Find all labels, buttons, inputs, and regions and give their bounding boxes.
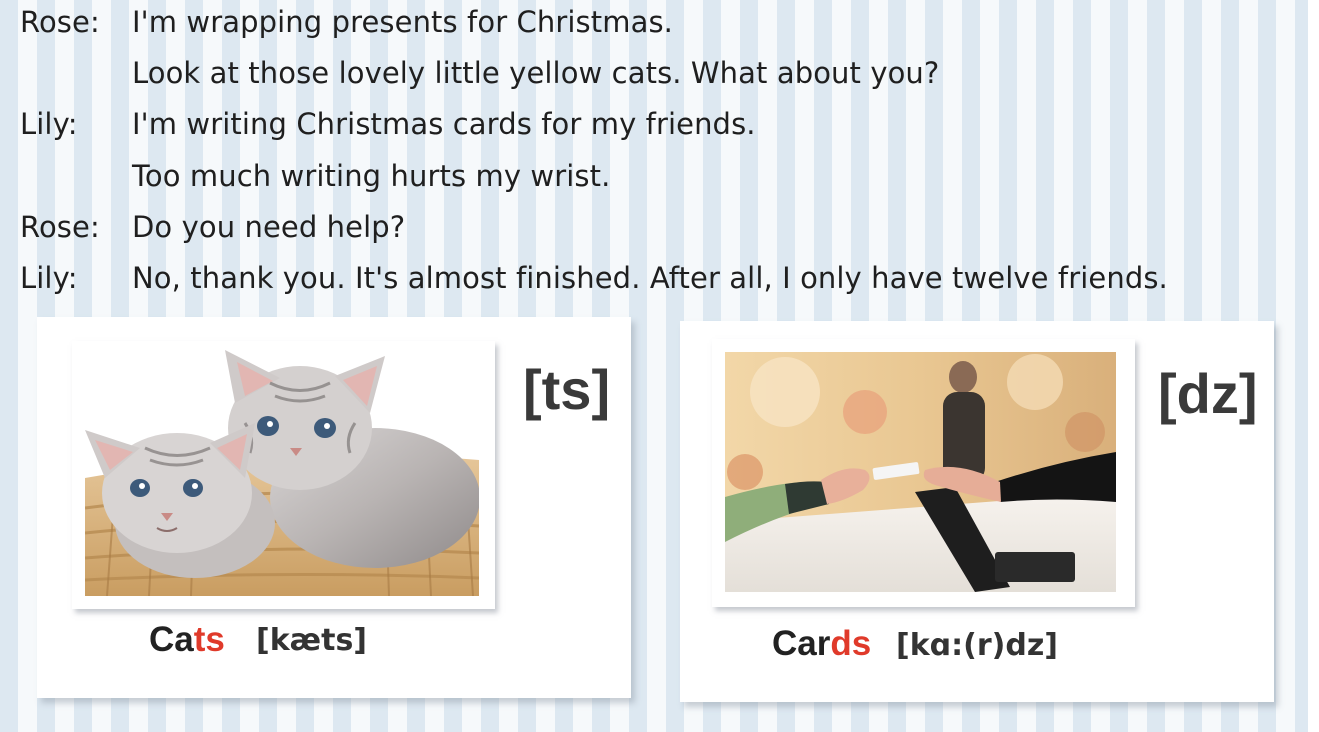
card-handover-image [725, 352, 1116, 592]
dialogue-text: No, thank you. It's almost finished. Aft… [132, 261, 1168, 295]
word-base: Car [772, 624, 831, 663]
phonetic-transcription: [kæts] [256, 623, 368, 658]
word-ending-highlight: ts [193, 620, 225, 659]
sound-label: [dz] [1158, 362, 1258, 425]
speaker-label: Rose: [20, 5, 100, 39]
example-word: Cards [772, 624, 871, 664]
photo-frame [72, 341, 495, 609]
sound-label: [ts] [523, 358, 611, 421]
photo-frame [712, 339, 1135, 607]
page-edge [1308, 0, 1319, 732]
speaker-label: Rose: [20, 210, 100, 244]
speaker-label: Lily: [20, 107, 78, 141]
dialogue-text: I'm writing Christmas cards for my frien… [132, 107, 756, 141]
dialogue-text: I'm wrapping presents for Christmas. [132, 5, 673, 39]
dialogue-text: Do you need help? [132, 210, 406, 244]
dialogue-text: Look at those lovely little yellow cats.… [132, 56, 940, 90]
example-word: Cats [149, 620, 225, 660]
speaker-label: Lily: [20, 261, 78, 295]
phonetic-transcription: [kɑ:(r)dz] [896, 628, 1058, 663]
dialogue-text: Too much writing hurts my wrist. [132, 159, 611, 193]
word-base: Ca [149, 620, 194, 659]
word-ending-highlight: ds [830, 624, 872, 663]
phonics-card-ts: [ts] Cats [kæts] [37, 317, 631, 698]
phonics-card-dz: [dz] Cards [kɑ:(r)dz] [680, 321, 1274, 702]
kittens-in-basket-image [85, 348, 479, 596]
